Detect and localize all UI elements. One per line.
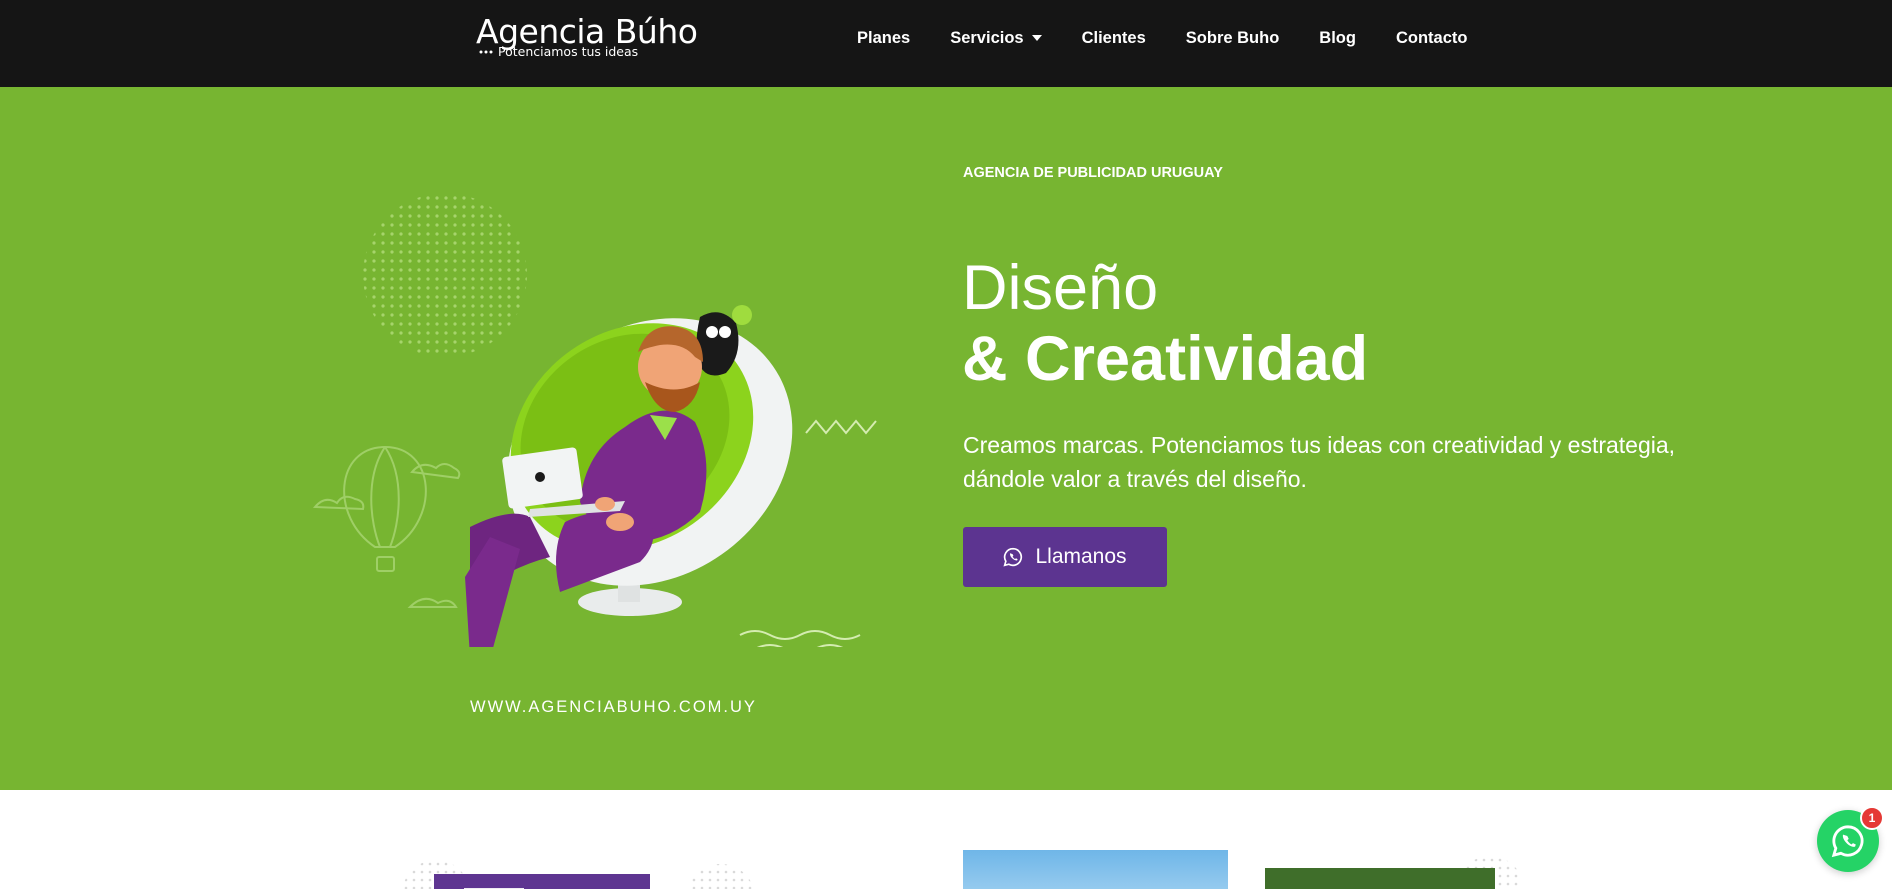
service-card-image[interactable] <box>1265 868 1495 889</box>
nav-item-contacto[interactable]: Contacto <box>1396 29 1468 48</box>
site-header: Agencia Búho Potenciamos tus ideas Plane… <box>0 0 1892 87</box>
nav-item-sobre-buho[interactable]: Sobre Buho <box>1186 29 1280 48</box>
call-button[interactable]: Llamanos <box>963 527 1167 587</box>
nav-item-label: Clientes <box>1081 28 1146 47</box>
illustration-caption: WWW.AGENCIABUHO.COM.UY <box>470 698 757 716</box>
whatsapp-icon <box>1003 547 1023 567</box>
hero-description: Creamos marcas. Potenciamos tus ideas co… <box>963 432 1676 492</box>
nav-item-label: Blog <box>1319 28 1356 47</box>
nav-item-blog[interactable]: Blog <box>1319 29 1356 48</box>
nav-item-clientes[interactable]: Clientes <box>1082 29 1146 48</box>
brand-logo[interactable]: Agencia Búho Potenciamos tus ideas <box>476 14 698 60</box>
service-card-image[interactable] <box>963 850 1228 889</box>
hero-section: WWW.AGENCIABUHO.COM.UY AGENCIA DE PUBLIC… <box>0 87 1892 790</box>
call-button-label: Llamanos <box>1035 545 1127 568</box>
hero-title-light: Diseño <box>962 253 1159 323</box>
service-card-image[interactable] <box>434 874 650 889</box>
nav-item-label: Sobre Buho <box>1185 28 1280 47</box>
hero-title-bold: & Creatividad <box>962 324 1369 394</box>
hero-illustration <box>312 193 877 647</box>
whatsapp-icon <box>1831 825 1864 858</box>
hero-eyebrow: AGENCIA DE PUBLICIDAD URUGUAY <box>963 165 1223 181</box>
nav-item-planes[interactable]: Planes <box>857 29 910 48</box>
logo-dots-icon <box>479 50 493 54</box>
nav-item-servicios[interactable]: Servicios <box>950 28 1042 48</box>
nav-item-label: Servicios <box>950 28 1024 47</box>
notification-badge: 1 <box>1860 806 1884 830</box>
brand-tagline: Potenciamos tus ideas <box>498 44 639 59</box>
nav-item-label: Planes <box>857 28 911 47</box>
chevron-down-icon <box>1031 35 1042 41</box>
services-preview <box>0 790 1892 889</box>
main-nav: Planes Servicios Clientes Sobre Buho Blo… <box>857 0 1507 76</box>
nav-item-label: Contacto <box>1395 28 1468 47</box>
